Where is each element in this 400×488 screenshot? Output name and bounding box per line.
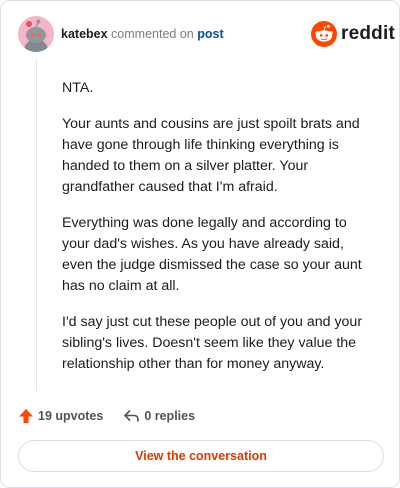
comment-paragraph: NTA. xyxy=(62,80,94,96)
comment-paragraph: Everything was done legally and accordin… xyxy=(62,215,362,294)
post-link[interactable]: post xyxy=(197,27,223,41)
reply-count[interactable]: 0 replies xyxy=(123,408,195,424)
embedded-comment-card: katebex commented on post reddit NTA. Yo… xyxy=(0,0,400,488)
username-link[interactable]: katebex xyxy=(61,27,108,41)
comment-footer: 19 upvotes 0 replies xyxy=(18,405,195,427)
comment-header: katebex commented on post xyxy=(61,26,224,42)
reply-label: 0 replies xyxy=(144,409,196,423)
snoo-avatar-icon xyxy=(18,16,54,52)
reddit-logo[interactable]: reddit xyxy=(311,20,395,48)
reddit-wordmark: reddit xyxy=(341,23,395,44)
view-conversation-button[interactable]: View the conversation xyxy=(18,440,384,472)
upvote-count[interactable]: 19 upvotes xyxy=(18,408,103,424)
thread-line xyxy=(36,59,37,391)
comment-paragraph: I'd say just cut these people out of you… xyxy=(62,314,363,372)
comment-paragraph: Your aunts and cousins are just spoilt b… xyxy=(62,116,360,195)
upvote-arrow-icon xyxy=(19,409,33,423)
reply-arrow-icon xyxy=(124,410,140,422)
comment-action-text: commented on xyxy=(111,27,194,41)
reddit-logo-icon xyxy=(311,21,337,47)
upvote-label: 19 upvotes xyxy=(38,409,104,423)
avatar[interactable] xyxy=(18,16,54,52)
comment-body: NTA. Your aunts and cousins are just spo… xyxy=(62,78,367,390)
